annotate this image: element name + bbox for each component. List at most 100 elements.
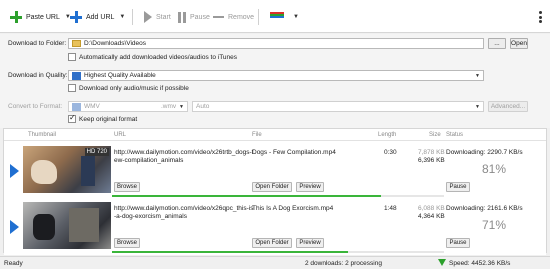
person-shape [81,156,95,186]
chevron-down-icon: ▼ [475,72,480,79]
film-icon [72,71,81,80]
url-cell: http://www.dailymotion.com/video/x26qpc_… [114,205,254,221]
only-audio-checkbox[interactable]: Download only audio/music if possible [68,84,189,92]
open-folder-button[interactable]: Open Folder [252,182,292,192]
column-url[interactable]: URL [114,132,126,138]
column-thumbnail[interactable]: Thumbnail [28,132,56,138]
url-cell: http://www.dailymotion.com/video/x26trtb… [114,149,254,165]
folder-path-value: D:\Downloads\Videos [84,40,147,47]
start-label: Start [156,13,171,21]
list-colors-icon [270,11,284,23]
column-file[interactable]: File [252,132,262,138]
download-speed-icon [438,259,446,266]
dog-shape [31,160,57,184]
folder-icon [72,40,81,47]
url-text: http://www.dailymotion.com/video/x26qpc_… [114,205,254,212]
plus-icon [10,11,22,23]
pause-button[interactable]: Pause [178,8,210,26]
pause-label: Pause [190,13,210,21]
remove-label: Remove [228,13,255,21]
size-done: 4,364 KB [418,213,445,220]
auto-select[interactable]: Auto ▼ [192,101,484,112]
quality-label: Download in Quality: [8,72,68,79]
length-value: 0:30 [384,149,397,156]
more-options-icon[interactable] [539,11,542,23]
checkbox-box[interactable] [68,113,76,123]
quality-value: Highest Quality Available [84,72,156,79]
chevron-down-icon: ▼ [179,103,184,110]
format-select[interactable]: WMV .wmv ▼ [68,101,188,112]
chevron-down-icon: ▼ [475,103,480,110]
format-ext: .wmv [161,103,177,110]
format-value: WMV [84,103,100,110]
quality-select[interactable]: Highest Quality Available ▼ [68,70,484,81]
folder-path-field[interactable]: D:\Downloads\Videos [68,38,484,49]
url-text: ew-compilation_animals [114,157,184,164]
play-icon[interactable] [10,164,19,178]
play-icon [144,11,152,23]
paste-url-button[interactable]: Paste URL ▼ [10,8,71,26]
auto-value: Auto [196,103,210,110]
preview-button[interactable]: Preview [296,182,324,192]
open-folder-button[interactable]: Open Folder [252,238,292,248]
toolbar-divider [132,9,133,25]
file-name: This Is A Dog Exorcism.mp4 [252,205,334,212]
paste-url-label: Paste URL [26,13,60,21]
keep-original-checkbox[interactable]: Keep original format [68,113,137,123]
progress-bar [112,195,381,197]
column-length[interactable]: Length [378,132,396,138]
settings-panel: Download to Folder: D:\Downloads\Videos … [0,34,550,128]
pause-download-button[interactable]: Pause [446,182,470,192]
advanced-button[interactable]: Advanced... [488,101,528,112]
status-text: Downloading: 2161.6 KB/s [446,205,523,212]
play-icon[interactable] [10,220,19,234]
convert-format-label: Convert to Format: [8,103,63,110]
toolbar-divider [258,9,259,25]
organize-button[interactable]: ▼ [270,8,299,26]
column-size[interactable]: Size [429,132,441,138]
checkbox-box[interactable] [68,53,76,61]
size-done: 6,396 KB [418,157,445,164]
downloads-list: Thumbnail URL File Length Size Status HD… [3,128,547,255]
status-text: Downloading: 2290.7 KB/s [446,149,523,156]
list-header: Thumbnail URL File Length Size Status [4,129,546,141]
length-value: 1:48 [384,205,397,212]
browse-folder-button[interactable]: ... [488,38,506,49]
checkbox-box[interactable] [68,84,76,92]
start-button[interactable]: Start [144,8,171,26]
column-status[interactable]: Status [446,132,463,138]
status-bar: Ready 2 downloads: 2 processing Speed: 4… [0,256,550,269]
hd-badge: HD 720 [84,148,109,156]
chevron-down-icon[interactable]: ▼ [293,14,299,20]
plus-icon [70,11,82,23]
open-folder-button[interactable]: Open [510,38,528,49]
file-name: Dogs - Few Compilation.mp4 [252,149,336,156]
download-folder-label: Download to Folder: [8,40,67,47]
summary-text: 2 downloads: 2 processing [305,260,382,267]
minus-icon [213,16,224,18]
pause-download-button[interactable]: Pause [446,238,470,248]
auto-itunes-checkbox[interactable]: Automatically add downloaded videos/audi… [68,53,237,61]
remove-button[interactable]: Remove [213,8,254,26]
dog-shape [33,214,55,240]
url-text: -a-dog-exorcism_animals [114,213,187,220]
preview-button[interactable]: Preview [296,238,324,248]
size-total: 7,878 KB [418,149,445,156]
add-url-button[interactable]: Add URL ▼ [70,8,125,26]
only-audio-label: Download only audio/music if possible [79,84,189,92]
chevron-down-icon[interactable]: ▼ [119,14,125,20]
download-row[interactable]: http://www.dailymotion.com/video/x26qpc_… [4,200,546,255]
pause-icon [178,11,186,23]
toolbar: Paste URL ▼ Add URL ▼ Start Pause Remove [0,0,550,33]
add-url-label: Add URL [86,13,115,21]
speed-text: Speed: 4452.36 KB/s [449,260,511,267]
percent-value: 81% [482,162,507,176]
auto-itunes-label: Automatically add downloaded videos/audi… [79,53,238,61]
app-window: Paste URL ▼ Add URL ▼ Start Pause Remove [0,0,550,269]
browse-button[interactable]: Browse [114,182,140,192]
ready-text: Ready [4,260,23,267]
download-row[interactable]: HD 720 http://www.dailymotion.com/video/… [4,144,546,199]
browse-button[interactable]: Browse [114,238,140,248]
video-thumbnail [23,202,111,249]
progress-bar [112,251,348,253]
